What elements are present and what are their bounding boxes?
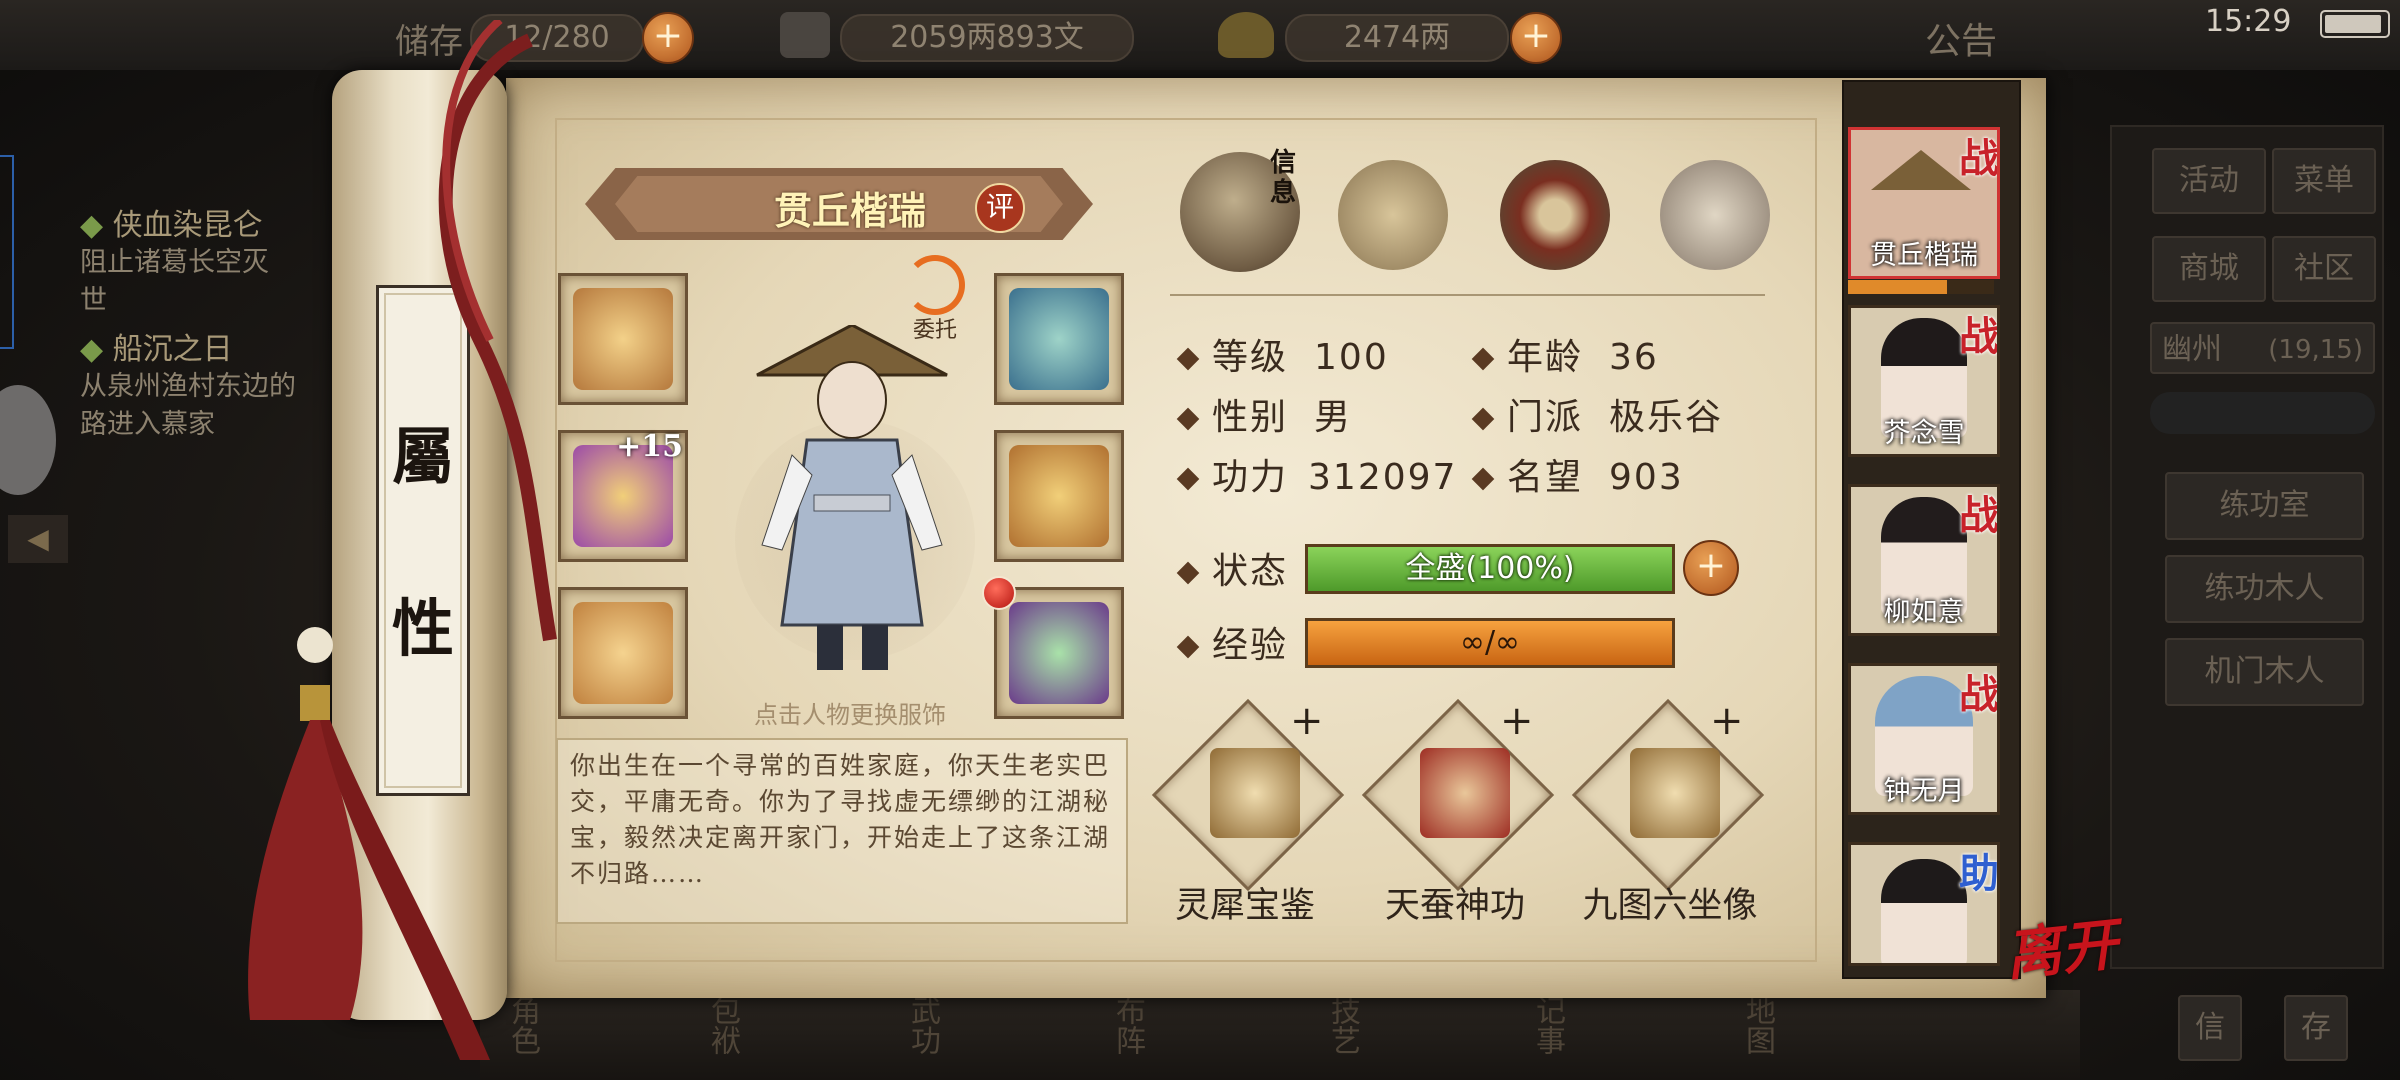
silver-amount: 2059两893文 xyxy=(840,14,1134,62)
bag-add-button[interactable]: + xyxy=(642,12,694,64)
bottom-nav-map[interactable]: 地图 xyxy=(1735,995,1779,1059)
stat-age: 年龄 36 xyxy=(1471,328,1659,380)
party-name: 芥念雪 xyxy=(1883,418,1965,449)
place-button[interactable]: 练功室 xyxy=(2165,472,2364,540)
mail-button[interactable]: 信 xyxy=(2178,995,2242,1061)
party-name: 钟无月 xyxy=(1883,776,1965,807)
change-outfit-hint: 点击人物更换服饰 xyxy=(754,701,946,729)
skill-book-icon xyxy=(1630,748,1720,838)
status-value: 全盛(100%) xyxy=(1405,551,1575,586)
portrait-face xyxy=(1881,859,1967,963)
info-tab-body-icon[interactable] xyxy=(1660,160,1770,270)
skill-scroll-icon xyxy=(1420,748,1510,838)
party-portrait[interactable]: 战 柳如意 xyxy=(1848,484,2000,636)
equip-slot-accessory[interactable] xyxy=(994,587,1124,719)
stat-fame: 名望 903 xyxy=(1471,448,1684,500)
jade-dragon-icon xyxy=(1009,602,1109,704)
battle-tag: 战 xyxy=(1959,135,1999,182)
bottom-nav-skills[interactable]: 技艺 xyxy=(1320,995,1364,1059)
mask-icon xyxy=(1009,288,1109,390)
battery-icon xyxy=(2320,10,2390,38)
info-tab-bagua-icon[interactable] xyxy=(1500,160,1610,270)
location-name: 幽州 xyxy=(2162,332,2222,367)
status-restore-button[interactable]: + xyxy=(1683,540,1739,596)
activity-button[interactable]: 活动 xyxy=(2152,148,2266,214)
stat-status-label: 状态 xyxy=(1176,542,1288,594)
entrust-icon[interactable] xyxy=(905,255,965,315)
silver-ingot-icon xyxy=(780,12,830,58)
equip-slot-weapon[interactable] xyxy=(558,273,688,405)
clock: 15:29 xyxy=(2205,4,2292,39)
leave-button[interactable]: 离开 xyxy=(2001,899,2121,991)
place-button[interactable]: 练功木人 xyxy=(2165,555,2364,623)
skill-add-icon[interactable]: + xyxy=(1500,698,1534,744)
party-portrait[interactable]: 战 钟无月 xyxy=(1848,663,2000,815)
stat-level: 等级 100 xyxy=(1176,328,1389,380)
divider xyxy=(1170,294,1765,296)
exp-value: ∞/∞ xyxy=(1459,625,1521,660)
party-portrait[interactable]: 助 xyxy=(1848,842,2000,966)
tab-strip[interactable] xyxy=(2150,392,2375,434)
party-exp-bar xyxy=(1848,280,1994,294)
skill-book-icon xyxy=(1210,748,1300,838)
place-button[interactable]: 机门木人 xyxy=(2165,638,2364,706)
equip-slot-mask[interactable] xyxy=(994,273,1124,405)
stat-exp-label: 经验 xyxy=(1176,616,1288,668)
party-portrait[interactable]: 战 贯丘楷瑞 xyxy=(1848,127,2000,279)
equip-slot-armor[interactable] xyxy=(994,430,1124,562)
party-name: 贯丘楷瑞 xyxy=(1870,240,1978,271)
storage-button[interactable]: 存 xyxy=(2284,995,2348,1061)
menu-button[interactable]: 菜单 xyxy=(2272,148,2376,214)
announcement-button[interactable]: 公告 xyxy=(1925,12,1997,64)
battle-tag: 战 xyxy=(1959,313,1999,360)
skill-name: 灵犀宝鉴 xyxy=(1174,886,1315,926)
notification-dot xyxy=(982,576,1016,610)
party-name: 柳如意 xyxy=(1883,597,1965,628)
stat-sect: 门派 极乐谷 xyxy=(1471,388,1723,440)
shop-button[interactable]: 商城 xyxy=(2152,236,2266,302)
stat-power: 功力 312097 xyxy=(1176,448,1457,500)
character-bio: 你出生在一个寻常的百姓家庭，你天生老实巴交，平庸无奇。你为了寻找虚无缥缈的江湖秘… xyxy=(556,738,1128,924)
skill-add-icon[interactable]: + xyxy=(1290,698,1324,744)
skill-name: 天蚕神功 xyxy=(1384,886,1525,926)
skill-add-icon[interactable]: + xyxy=(1710,698,1744,744)
battle-tag: 战 xyxy=(1959,492,1999,539)
character-name: 贯丘楷瑞 xyxy=(773,188,926,233)
gold-add-button[interactable]: + xyxy=(1510,12,1562,64)
bottom-nav-martial[interactable]: 武功 xyxy=(900,995,944,1059)
info-tab-label: 信息 xyxy=(1269,148,1296,208)
armor-icon xyxy=(1009,445,1109,547)
equip-slot-helmet[interactable]: +15 xyxy=(558,429,688,562)
bottom-nav-bag[interactable]: 包袱 xyxy=(700,995,744,1059)
bottom-nav-journal[interactable]: 记事 xyxy=(1525,995,1569,1059)
bottom-nav-formation[interactable]: 布阵 xyxy=(1105,995,1149,1059)
status-bar: 全盛(100%) xyxy=(1305,544,1675,594)
tassel-decoration xyxy=(248,20,557,1060)
assist-tag: 助 xyxy=(1959,850,1999,897)
left-edge-tab[interactable] xyxy=(0,155,14,349)
equip-slot-ring[interactable] xyxy=(558,587,688,719)
scroll-weapon-icon xyxy=(573,288,673,390)
gold-amount: 2474两 xyxy=(1285,14,1509,62)
info-tab-book-icon[interactable] xyxy=(1338,160,1448,270)
enhance-badge: +15 xyxy=(616,429,683,464)
community-button[interactable]: 社区 xyxy=(2272,236,2376,302)
gold-ingot-icon xyxy=(1218,12,1274,58)
location-display[interactable]: 幽州 (19,15) xyxy=(2150,322,2375,374)
location-coords: (19,15) xyxy=(2268,335,2363,365)
battle-tag: 战 xyxy=(1959,671,1999,718)
skill-name: 九图六坐像 xyxy=(1582,886,1758,926)
party-portrait[interactable]: 战 芥念雪 xyxy=(1848,305,2000,457)
ring-icon xyxy=(573,602,673,704)
rate-button[interactable]: 评 xyxy=(975,183,1025,233)
stat-gender: 性别男 xyxy=(1176,388,1352,440)
collapse-arrow-icon[interactable]: ◀ xyxy=(8,515,68,563)
character-figure[interactable] xyxy=(752,325,952,685)
hat-icon xyxy=(1871,150,1971,190)
exp-bar: ∞/∞ xyxy=(1305,618,1675,668)
